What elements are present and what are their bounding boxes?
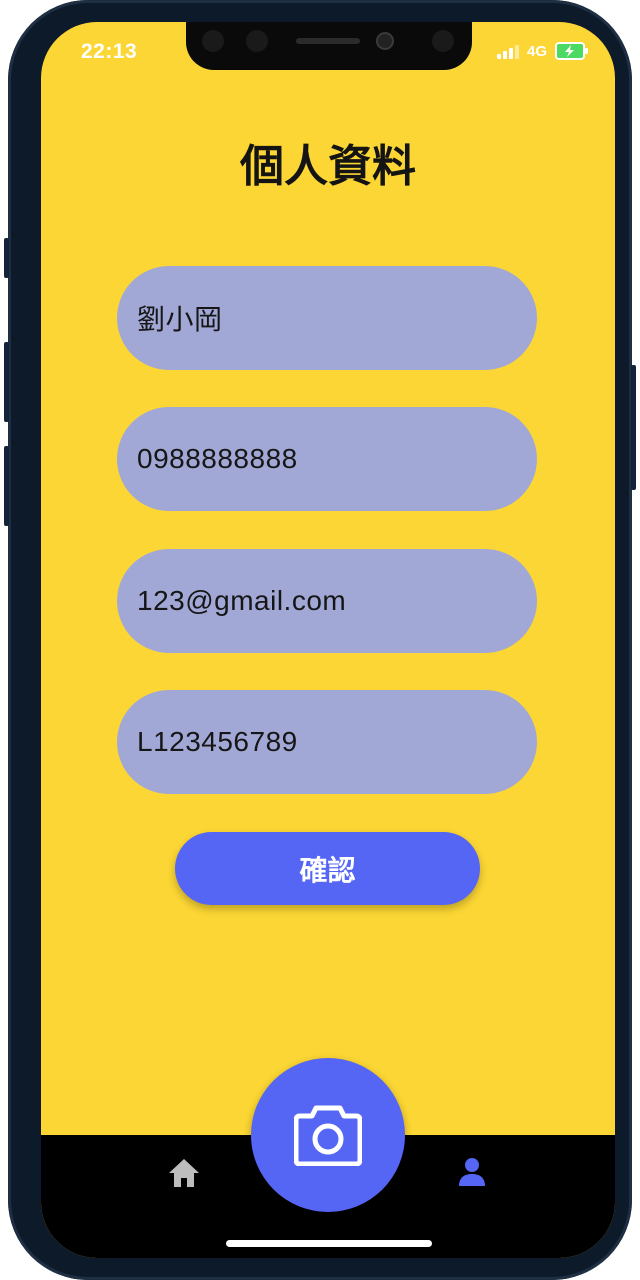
status-indicators: 4G [496, 42, 588, 60]
notch [186, 22, 472, 70]
sensor-dot [432, 30, 454, 52]
phone-frame: 22:13 4G 個人資料 劉小岡 0988888888 123@gmail.c… [4, 0, 636, 1280]
profile-tab[interactable] [457, 1157, 487, 1187]
battery-icon [555, 42, 588, 60]
app-screen: 22:13 4G 個人資料 劉小岡 0988888888 123@gmail.c… [41, 22, 615, 1258]
page-title: 個人資料 [240, 142, 416, 191]
front-camera [376, 32, 394, 50]
phone-field-value: 0988888888 [137, 443, 298, 474]
home-tab[interactable] [167, 1157, 201, 1189]
camera-button[interactable] [251, 1058, 405, 1212]
name-field[interactable]: 劉小岡 [117, 266, 537, 370]
volume-down-button [4, 446, 9, 526]
status-time: 22:13 [81, 40, 138, 63]
name-field-value: 劉小岡 [137, 304, 223, 335]
network-type: 4G [526, 42, 547, 60]
sensor-dot [246, 30, 268, 52]
id-number-field[interactable]: L123456789 [117, 690, 537, 794]
person-icon [459, 1158, 485, 1186]
silent-switch [4, 238, 9, 278]
camera-icon [294, 1105, 362, 1166]
signal-icon [496, 43, 519, 59]
power-button [631, 365, 636, 490]
speaker-grille [296, 38, 360, 44]
email-field[interactable]: 123@gmail.com [117, 549, 537, 653]
phone-field[interactable]: 0988888888 [117, 407, 537, 511]
confirm-button[interactable]: 確認 [175, 832, 480, 905]
home-indicator [226, 1240, 432, 1247]
sensor-dot [202, 30, 224, 52]
email-field-value: 123@gmail.com [137, 585, 347, 616]
id-number-field-value: L123456789 [137, 726, 298, 757]
home-icon [169, 1159, 199, 1187]
volume-up-button [4, 342, 9, 422]
